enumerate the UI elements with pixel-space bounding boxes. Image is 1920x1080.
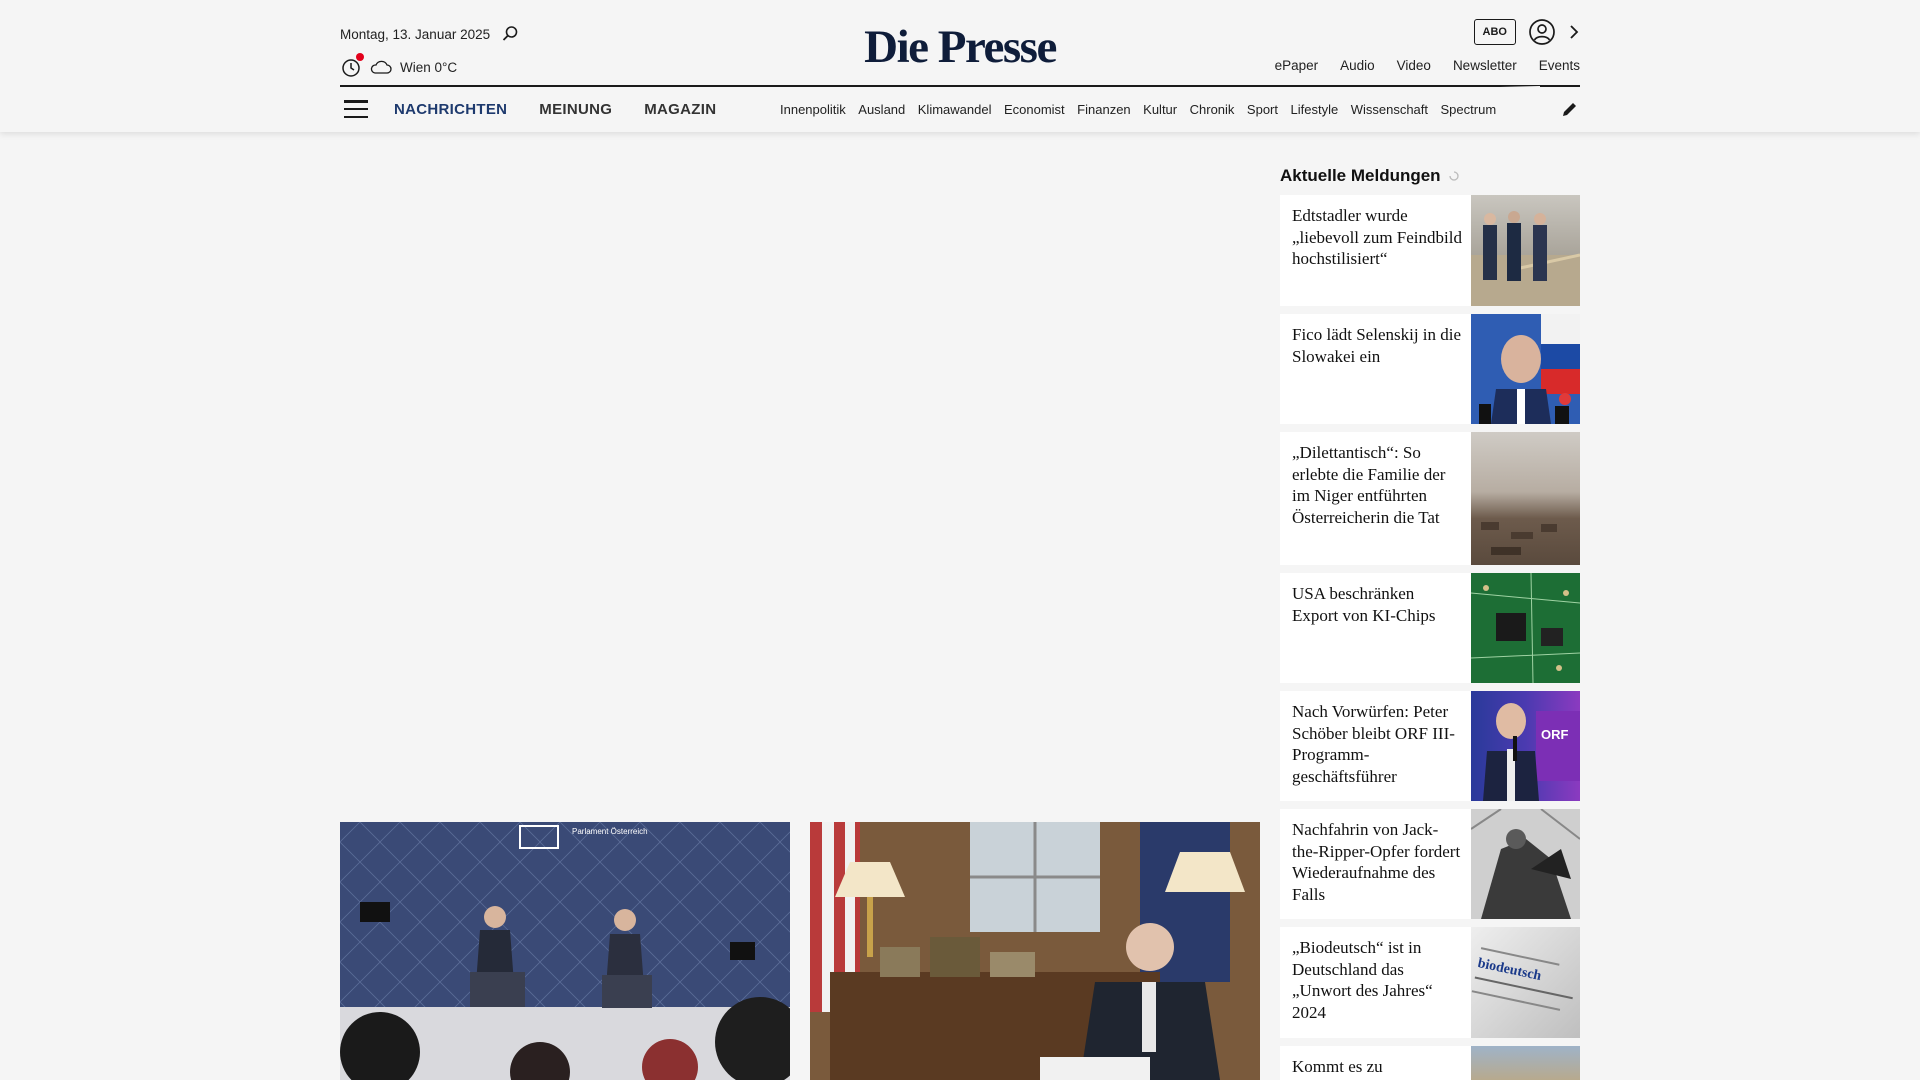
subnav-kultur[interactable]: Kultur: [1143, 102, 1177, 117]
notification-dot: [356, 53, 364, 61]
orf-speaker-photo: ORF: [1483, 703, 1580, 801]
current-date: Montag, 13. Januar 2025: [340, 26, 491, 42]
main-nav: NACHRICHTEN MEINUNG MAGAZIN: [394, 101, 716, 118]
refresh-icon: [1448, 171, 1459, 181]
subnav-ausland[interactable]: Ausland: [858, 102, 905, 117]
teaser-parliament[interactable]: Parlament Österreich: [340, 822, 790, 1080]
account-area: ABO: [1473, 18, 1580, 46]
parliament-press-photo: Parlament Österreich: [340, 822, 790, 1080]
user-account-icon[interactable]: [1528, 18, 1556, 46]
parliament-logo-text: Parlament Österreich: [572, 827, 648, 836]
navigation-bar: NACHRICHTEN MEINUNG MAGAZIN Innenpolitik…: [340, 86, 1580, 132]
news-item[interactable]: Kommt es zu: [1280, 1046, 1580, 1080]
subnav-klimawandel[interactable]: Klimawandel: [918, 102, 992, 117]
abo-button[interactable]: ABO: [1473, 19, 1516, 45]
news-thumbnail: [1471, 809, 1580, 919]
date-row: Montag, 13. Januar 2025: [340, 24, 520, 44]
news-item-title: Fico lädt Selenskij in die Slowakei ein: [1292, 325, 1462, 366]
weather-row: Wien 0°C: [340, 53, 458, 78]
circuit-board-photo: [1471, 573, 1580, 683]
link-events[interactable]: Events: [1539, 58, 1580, 73]
subnav-lifestyle[interactable]: Lifestyle: [1291, 102, 1339, 117]
news-thumbnail: [1471, 1046, 1580, 1080]
historic-illustration: [1471, 809, 1580, 919]
news-item[interactable]: USA beschränken Export von KI-Chips: [1280, 573, 1580, 683]
news-thumbnail: [1471, 432, 1580, 565]
service-links: ePaper Audio Video Newsletter Events: [1275, 58, 1580, 73]
latest-news-sidebar: Aktuelle Meldungen Edtstadler wurde „lie…: [1280, 160, 1580, 1080]
news-item[interactable]: „Biodeutsch“ ist in Deutschland das „Unw…: [1280, 927, 1580, 1038]
news-list: Edtstadler wurde „liebevoll zum Feindbil…: [1280, 195, 1580, 1080]
link-epaper[interactable]: ePaper: [1275, 58, 1319, 73]
link-newsletter[interactable]: Newsletter: [1453, 58, 1517, 73]
subnav-innenpolitik[interactable]: Innenpolitik: [780, 102, 846, 117]
news-thumbnail: [1471, 314, 1580, 424]
subnav-wissenschaft[interactable]: Wissenschaft: [1351, 102, 1428, 117]
press-conference-photo: [1479, 314, 1580, 424]
weather-text: Wien 0°C: [400, 59, 458, 75]
teaser-oval-office[interactable]: [810, 822, 1260, 1080]
nav-nachrichten[interactable]: NACHRICHTEN: [394, 101, 507, 118]
subnav-chronik[interactable]: Chronik: [1190, 102, 1235, 117]
subnav-spectrum[interactable]: Spectrum: [1441, 102, 1497, 117]
news-item[interactable]: Nach Vorwürfen: Peter Schöber bleibt ORF…: [1280, 691, 1580, 801]
news-item-title: Edtstadler wurde „liebevoll zum Feindbil…: [1292, 206, 1462, 268]
news-thumbnail: biodeutsch: [1471, 927, 1580, 1038]
hamburger-menu-icon[interactable]: [344, 100, 368, 118]
pencil-edit-icon[interactable]: [1560, 99, 1580, 119]
orf-logo-text: ORF: [1541, 727, 1569, 742]
news-item[interactable]: Fico lädt Selenskij in die Slowakei ein: [1280, 314, 1580, 424]
site-header: Montag, 13. Januar 2025 Wien 0°C Die Pre…: [0, 0, 1920, 132]
history-clock-icon[interactable]: [340, 53, 364, 78]
nav-magazin[interactable]: MAGAZIN: [644, 101, 716, 118]
header-inner: Montag, 13. Januar 2025 Wien 0°C Die Pre…: [340, 0, 1580, 132]
subnav-economist[interactable]: Economist: [1004, 102, 1065, 117]
cloud-icon: [370, 60, 392, 74]
subnav-sport[interactable]: Sport: [1247, 102, 1278, 117]
nav-meinung[interactable]: MEINUNG: [539, 101, 612, 118]
chevron-right-icon[interactable]: [1568, 24, 1580, 40]
news-item-title: USA beschränken Export von KI-Chips: [1292, 584, 1436, 625]
news-item-title: „Biodeutsch“ ist in Deutschland das „Unw…: [1292, 938, 1433, 1022]
news-thumbnail: ORF: [1471, 691, 1580, 801]
site-logo[interactable]: Die Presse: [858, 24, 1062, 71]
desert-town-photo: [1481, 522, 1557, 555]
dictionary-photo: biodeutsch: [1471, 947, 1573, 1011]
sub-nav: Innenpolitik Ausland Klimawandel Economi…: [780, 86, 1540, 132]
oval-office-photo: [810, 822, 1260, 1080]
sidebar-title: Aktuelle Meldungen: [1280, 166, 1441, 185]
news-item-title: „Dilettantisch“: So erlebte die Familie …: [1292, 443, 1446, 527]
sidebar-heading: Aktuelle Meldungen: [1280, 160, 1580, 192]
link-video[interactable]: Video: [1397, 58, 1431, 73]
news-item-title: Kommt es zu: [1292, 1057, 1383, 1076]
news-item-title: Nach Vorwürfen: Peter Schöber bleibt ORF…: [1292, 702, 1455, 786]
news-thumbnail: [1471, 573, 1580, 683]
subnav-finanzen[interactable]: Finanzen: [1077, 102, 1130, 117]
news-item[interactable]: Edtstadler wurde „liebevoll zum Feindbil…: [1280, 195, 1580, 306]
people-photo: [1471, 211, 1580, 306]
news-item[interactable]: „Dilettantisch“: So erlebte die Familie …: [1280, 432, 1580, 565]
search-icon[interactable]: [500, 24, 520, 44]
news-item[interactable]: Nachfahrin von Jack-the-Ripper-Opfer for…: [1280, 809, 1580, 919]
news-item-title: Nachfahrin von Jack-the-Ripper-Opfer for…: [1292, 820, 1461, 904]
news-thumbnail: [1471, 195, 1580, 306]
link-audio[interactable]: Audio: [1340, 58, 1375, 73]
